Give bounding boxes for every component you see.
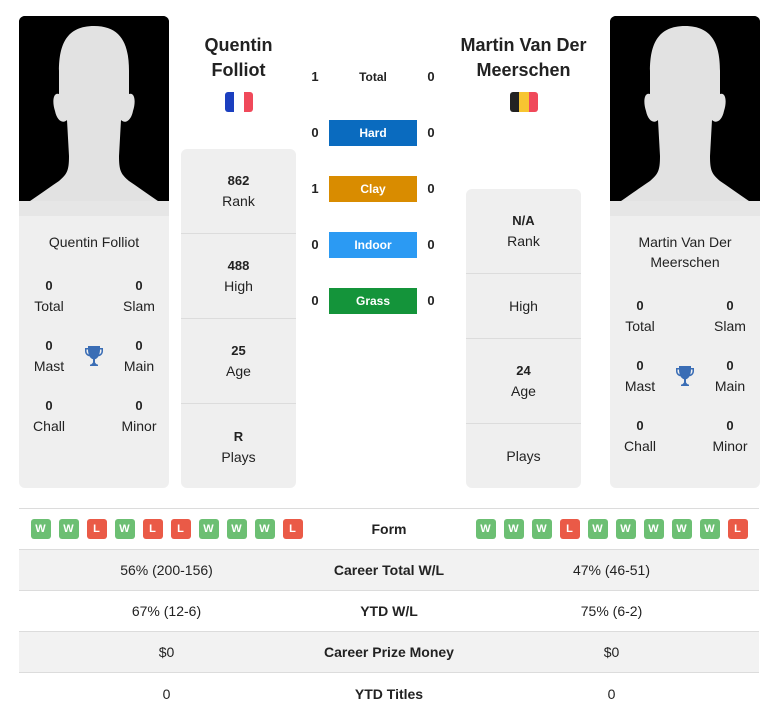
- player2-stats: N/A Rank High 24 Age Plays: [466, 189, 581, 488]
- p1-plays: R Plays: [221, 428, 256, 465]
- row-label: Form: [371, 521, 407, 537]
- p2-value: 75% (6-2): [580, 603, 643, 619]
- loss-badge: L: [170, 519, 191, 539]
- win-badge: W: [475, 519, 496, 539]
- trophy-icon: [673, 356, 697, 396]
- win-badge: W: [58, 519, 79, 539]
- trophy-icon: [82, 336, 106, 376]
- h2h-p2-count: 0: [427, 181, 435, 196]
- p2-age: 24 Age: [466, 339, 581, 424]
- comparison-table: WWLWLLWWWL Form WWWLWWWWWL 56% (200-156)…: [19, 508, 759, 714]
- player2-card: Martin Van Der Meerschen 0 Total 0 Slam 0M…: [610, 16, 760, 488]
- p1-age: 25 Age: [181, 319, 296, 404]
- h2h-p1-count: 1: [311, 69, 319, 84]
- p2-plays: Plays: [506, 448, 541, 464]
- win-badge: W: [503, 519, 524, 539]
- win-badge: W: [587, 519, 608, 539]
- p2-value: $0: [603, 644, 620, 660]
- h2h-p1-count: 0: [311, 125, 319, 140]
- h2h-p2-count: 0: [427, 237, 435, 252]
- surface-label-total: Total: [359, 70, 387, 84]
- table-row: 0 YTD Titles 0: [19, 673, 759, 714]
- p1-value: 67% (12-6): [131, 603, 202, 619]
- p2-titles-mast: 0 Mast: [624, 358, 656, 394]
- win-badge: W: [226, 519, 247, 539]
- h2h-row-grass: 0 Grass 0: [305, 288, 445, 314]
- loss-badge: L: [727, 519, 748, 539]
- win-badge: W: [671, 519, 692, 539]
- p2-titles-chall: 0 Chall: [624, 418, 656, 454]
- loss-badge: L: [86, 519, 107, 539]
- h2h-p1-count: 1: [311, 181, 319, 196]
- win-badge: W: [531, 519, 552, 539]
- win-badge: W: [699, 519, 720, 539]
- row-label: Career Prize Money: [324, 644, 454, 660]
- h2h-row-hard: 0 Hard 0: [305, 120, 445, 146]
- p1-rank: 862 Rank: [181, 149, 296, 234]
- player1-name[interactable]: Quentin Folliot: [181, 33, 296, 83]
- surface-label-hard: Hard: [329, 120, 417, 146]
- p2-titles-minor: 0 Minor: [712, 418, 748, 454]
- form-row: WWLWLLWWWL Form WWWLWWWWWL: [19, 509, 759, 550]
- player1-photo: [19, 16, 169, 216]
- p2-value: 0: [607, 685, 616, 702]
- h2h-p2-count: 0: [427, 293, 435, 308]
- p2-titles-total: 0 Total: [625, 298, 655, 334]
- loss-badge: L: [282, 519, 303, 539]
- player1-stats: 862 Rank 488 High 25 Age R Plays: [181, 149, 296, 488]
- p1-value: 56% (200-156): [120, 562, 213, 578]
- player2-name[interactable]: Martin Van Der Meerschen: [452, 33, 595, 83]
- p1-titles-total: 0 Total: [34, 278, 64, 314]
- player1-card-name: Quentin Folliot: [48, 234, 140, 250]
- p1-titles-minor: 0 Minor: [121, 398, 157, 434]
- surface-label-grass: Grass: [329, 288, 417, 314]
- row-label: YTD W/L: [360, 603, 418, 619]
- player2-card-name: Martin Van Der Meerschen: [638, 234, 732, 270]
- loss-badge: L: [559, 519, 580, 539]
- h2h-p1-count: 0: [311, 237, 319, 252]
- h2h-p2-count: 0: [427, 125, 435, 140]
- table-row: 67% (12-6) YTD W/L 75% (6-2): [19, 591, 759, 632]
- player2-form: WWWLWWWWWL: [464, 519, 759, 539]
- p1-titles-mast: 0 Mast: [33, 338, 65, 374]
- win-badge: W: [254, 519, 275, 539]
- win-badge: W: [30, 519, 51, 539]
- p2-titles-slam: 0 Slam: [714, 298, 746, 334]
- h2h-p2-count: 0: [427, 69, 435, 84]
- p1-titles-main: 0 Main: [123, 338, 155, 374]
- h2h-row-clay: 1 Clay 0: [305, 176, 445, 202]
- p1-titles-slam: 0 Slam: [123, 278, 155, 314]
- h2h-p1-count: 0: [311, 293, 319, 308]
- belgium-flag-icon: [510, 92, 538, 112]
- win-badge: W: [643, 519, 664, 539]
- row-label: Career Total W/L: [333, 562, 445, 578]
- p2-high: High: [466, 274, 581, 339]
- p1-titles-chall: 0 Chall: [33, 398, 65, 434]
- p2-rank: N/A Rank: [466, 189, 581, 274]
- player1-card: Quentin Folliot 0 Total 0 Slam 0 Mast 0 Main…: [19, 16, 169, 488]
- h2h-row-total: 1 Total 0: [305, 64, 445, 90]
- silhouette-icon: [19, 16, 169, 216]
- win-badge: W: [615, 519, 636, 539]
- surface-label-clay: Clay: [329, 176, 417, 202]
- h2h-row-indoor: 0 Indoor 0: [305, 232, 445, 258]
- p2-titles-main: 0 Main: [714, 358, 746, 394]
- p2-value: 47% (46-51): [572, 562, 651, 578]
- row-label: YTD Titles: [354, 685, 424, 702]
- france-flag-icon: [225, 92, 253, 112]
- table-row: 56% (200-156) Career Total W/L 47% (46-5…: [19, 550, 759, 591]
- p1-value: 0: [162, 685, 171, 702]
- surface-label-indoor: Indoor: [329, 232, 417, 258]
- player2-photo: [610, 16, 760, 216]
- p1-value: $0: [158, 644, 175, 660]
- silhouette-icon: [610, 16, 760, 216]
- loss-badge: L: [142, 519, 163, 539]
- table-row: $0 Career Prize Money $0: [19, 632, 759, 673]
- p1-high: 488 High: [181, 234, 296, 319]
- win-badge: W: [198, 519, 219, 539]
- win-badge: W: [114, 519, 135, 539]
- player1-form: WWLWLLWWWL: [19, 519, 314, 539]
